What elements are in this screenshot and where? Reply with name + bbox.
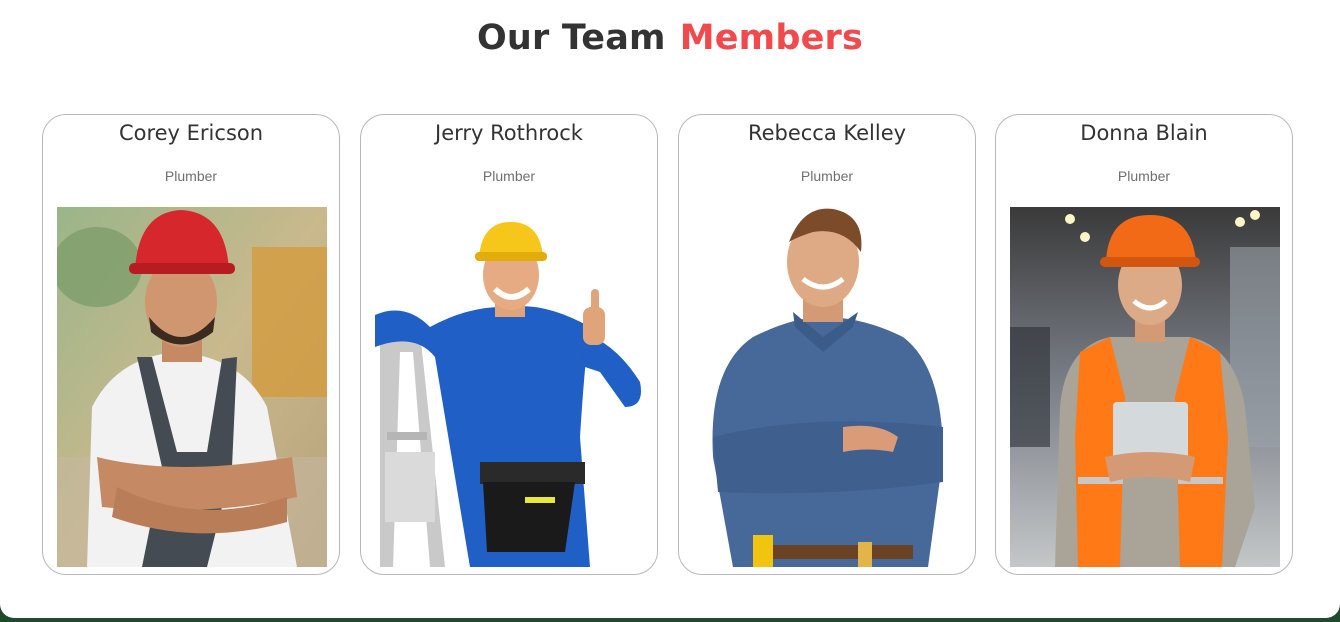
team-member-card[interactable]: Donna Blain Plumber [995,114,1293,575]
member-photo [375,207,645,567]
member-role: Plumber [1117,168,1171,184]
member-role: Plumber [482,168,536,184]
team-member-card[interactable]: Rebecca Kelley Plumber [678,114,976,575]
member-name: Donna Blain [1080,121,1208,145]
member-name: Jerry Rothrock [435,121,583,145]
section-title: Our Team Members [0,18,1340,58]
section-title-main: Our Team [476,18,666,58]
team-member-card[interactable]: Corey Ericson Plumber [42,114,340,575]
worker-yellow-helmet-ladder-photo [375,207,645,567]
member-role: Plumber [800,168,854,184]
member-name: Corey Ericson [118,121,264,145]
member-role: Plumber [164,168,218,184]
section-title-accent: Members [679,18,864,58]
worker-red-helmet-photo [57,207,327,567]
team-section: Our Team Members Corey Ericson Plumber J… [0,0,1340,618]
member-photo [693,207,963,567]
worker-orange-vest-tablet-photo [1010,207,1280,567]
member-photo [1010,207,1280,567]
worker-denim-shirt-photo [693,207,963,567]
member-name: Rebecca Kelley [747,121,907,145]
team-member-card[interactable]: Jerry Rothrock Plumber [360,114,658,575]
member-photo [57,207,327,567]
